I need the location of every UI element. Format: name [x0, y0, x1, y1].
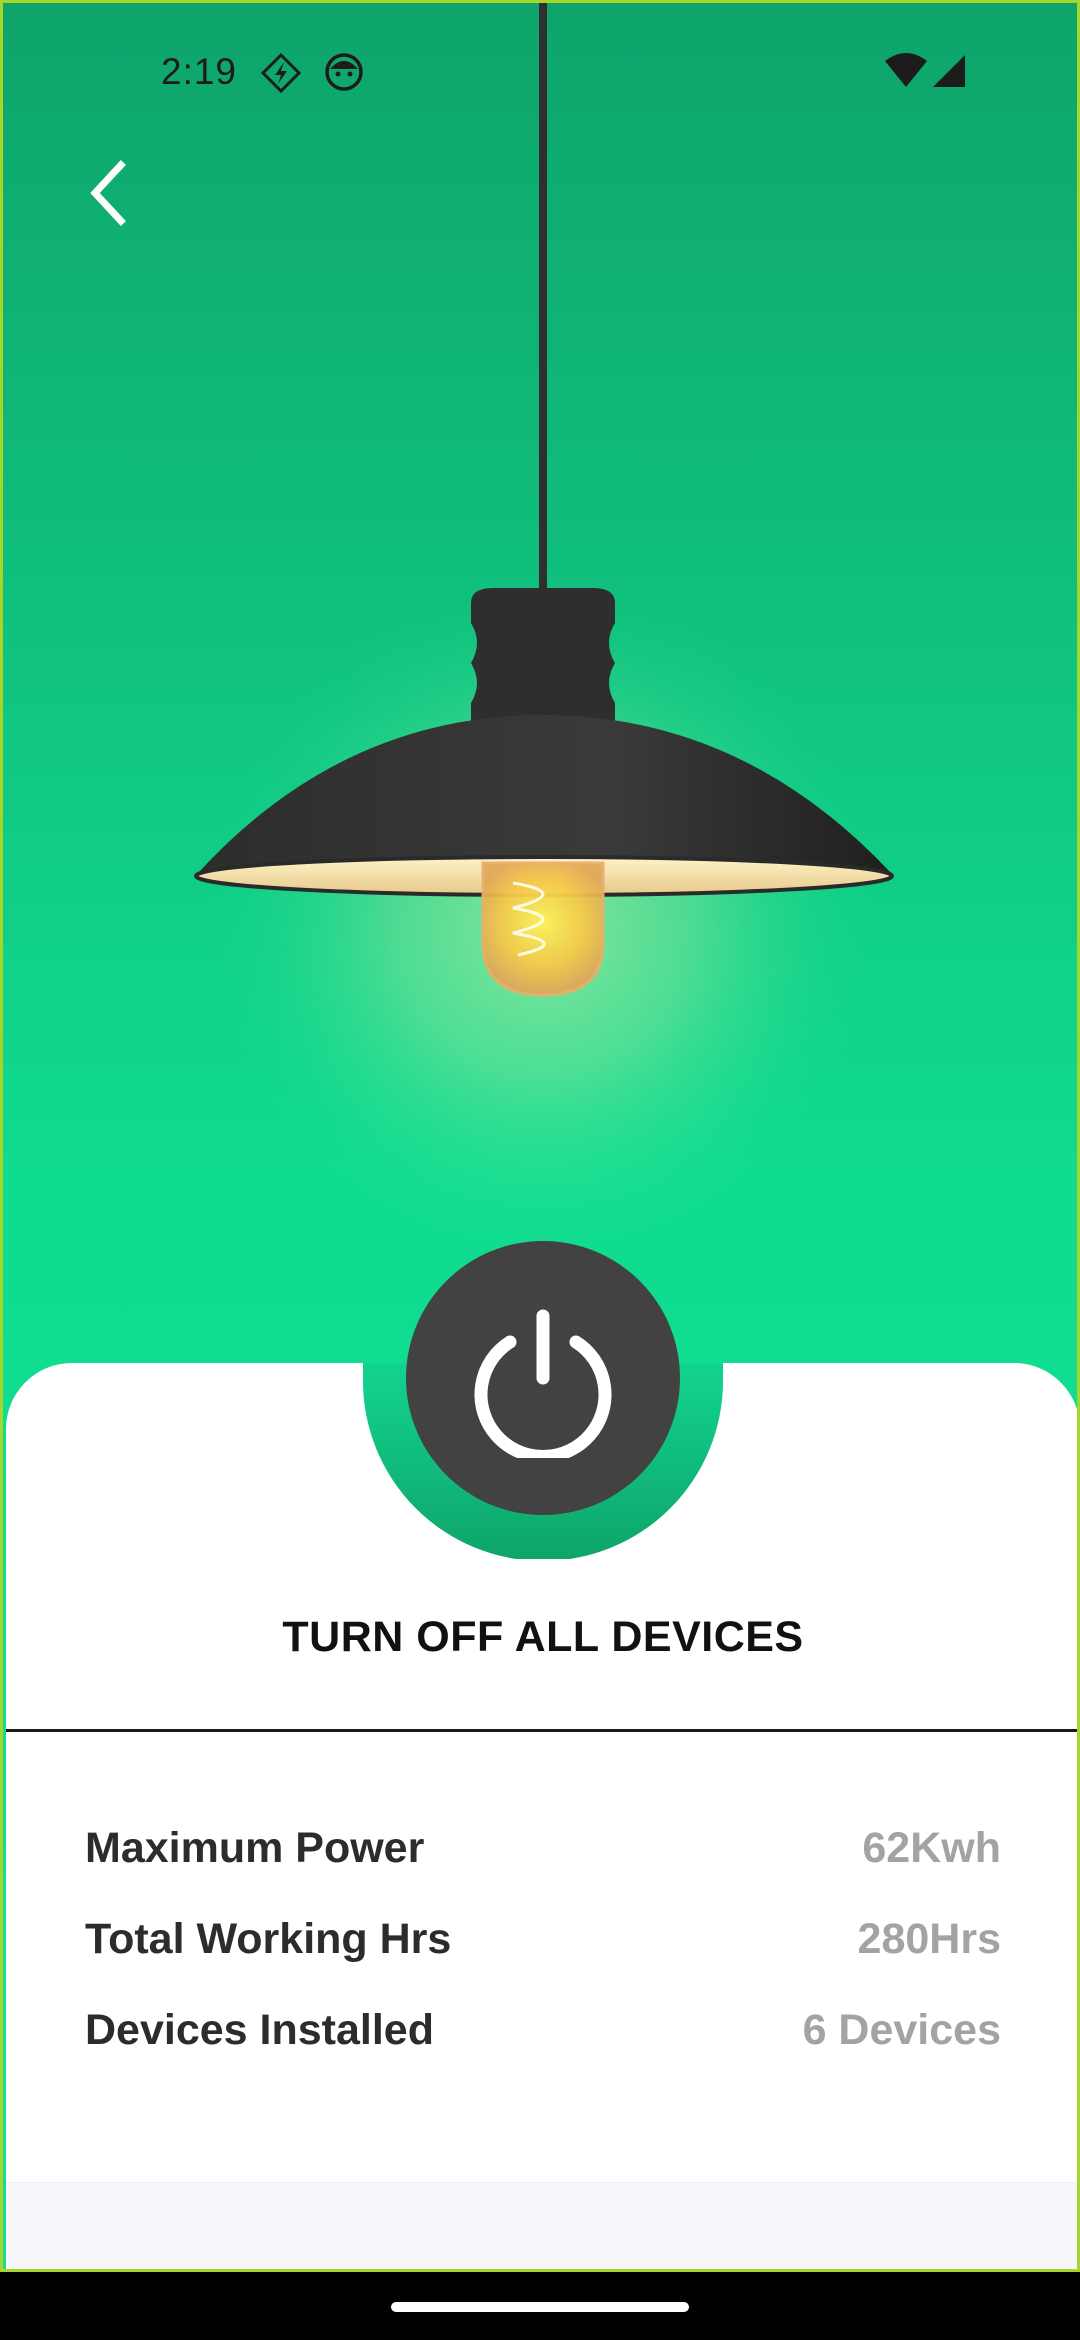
- turn-off-all-title: TURN OFF ALL DEVICES: [282, 1613, 804, 1661]
- stat-value: 62Kwh: [862, 1824, 1001, 1872]
- stat-label: Total Working Hrs: [85, 1915, 452, 1963]
- status-time: 2:19: [161, 51, 238, 92]
- status-bar: 2:19: [3, 3, 1077, 143]
- wifi-icon: [885, 53, 927, 87]
- power-icon: [474, 1309, 612, 1458]
- cell-signal-icon: [933, 55, 965, 87]
- app-screen: 2:19 TURN OFF ALL DEVICES Maximum Power …: [0, 0, 1080, 2272]
- stat-row-devices: Devices Installed 6 Devices: [85, 1985, 1001, 2076]
- stats-list: Maximum Power 62Kwh Total Working Hrs 28…: [85, 1803, 1001, 2076]
- stat-value: 6 Devices: [802, 2006, 1001, 2054]
- back-button[interactable]: [73, 153, 153, 233]
- power-toggle-button[interactable]: [406, 1241, 680, 1515]
- card-footer: [6, 2182, 1077, 2269]
- face-icon: [325, 53, 363, 91]
- flash-badge-icon: [260, 52, 302, 94]
- chevron-left-icon: [90, 160, 126, 226]
- stat-value: 280Hrs: [857, 1915, 1001, 1963]
- home-indicator[interactable]: [391, 2302, 689, 2312]
- pendant-lamp-illustration: [3, 3, 1077, 1303]
- stat-label: Maximum Power: [85, 1824, 425, 1872]
- stat-label: Devices Installed: [85, 2006, 434, 2054]
- stat-row-max-power: Maximum Power 62Kwh: [85, 1803, 1001, 1894]
- stat-row-working-hrs: Total Working Hrs 280Hrs: [85, 1894, 1001, 1985]
- divider: [6, 1729, 1077, 1732]
